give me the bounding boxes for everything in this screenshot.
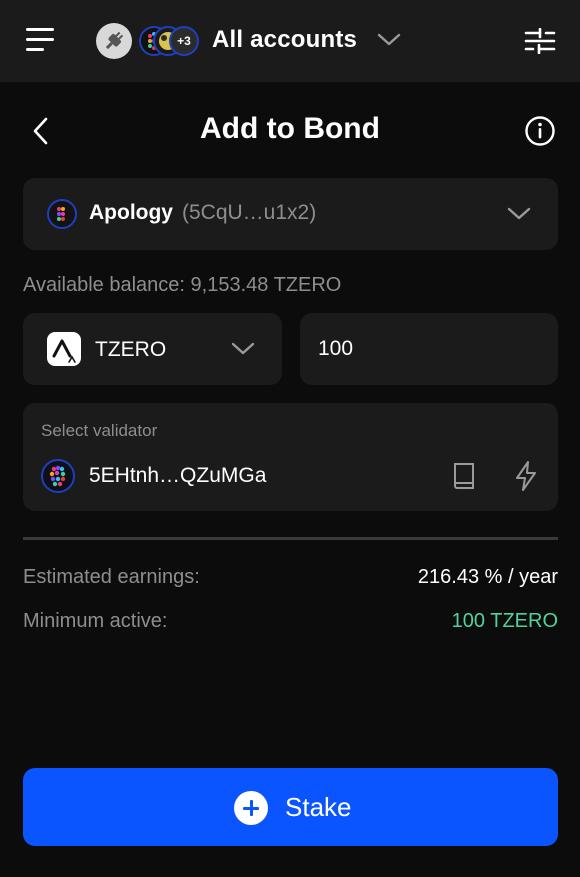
amount-input[interactable]	[318, 313, 538, 385]
account-avatars[interactable]: +3	[139, 26, 201, 56]
account-select[interactable]: Apology (5CqU…u1x2)	[23, 178, 558, 250]
account-avatar	[47, 199, 77, 229]
validator-label: Select validator	[41, 421, 158, 440]
plus-circle-icon	[234, 791, 268, 825]
token-select[interactable]: TZERO	[23, 313, 282, 385]
chevron-down-icon	[507, 204, 531, 229]
validator-select[interactable]: Select validator 5EHtnh…QZuMGa	[23, 403, 558, 511]
sliders-icon[interactable]	[524, 27, 556, 55]
stake-label: Stake	[285, 792, 352, 822]
chevron-down-icon	[231, 339, 255, 364]
menu-icon[interactable]	[26, 28, 56, 54]
book-icon[interactable]	[451, 460, 477, 492]
validator-avatar	[41, 459, 75, 493]
lightning-icon[interactable]	[513, 460, 539, 492]
page-title: Add to Bond	[200, 112, 380, 145]
stake-button[interactable]: Stake	[23, 768, 558, 846]
chevron-down-icon[interactable]	[377, 30, 401, 55]
minimum-active-value: 100 TZERO	[451, 610, 558, 632]
account-selector-title[interactable]: All accounts	[212, 26, 357, 54]
plug-icon[interactable]	[96, 23, 132, 59]
info-icon[interactable]	[524, 115, 556, 147]
token-symbol: TZERO	[95, 338, 167, 361]
account-name: Apology	[89, 201, 173, 224]
token-logo-icon	[47, 332, 81, 366]
account-address: (5CqU…u1x2)	[182, 201, 317, 224]
more-accounts-badge: +3	[169, 26, 199, 56]
estimated-earnings-value: 216.43 % / year	[417, 566, 558, 588]
top-bar: +3 All accounts	[0, 0, 580, 82]
minimum-active-label: Minimum active:	[23, 610, 168, 632]
estimated-earnings-label: Estimated earnings:	[23, 566, 200, 588]
available-balance: Available balance: 9,153.48 TZERO	[23, 274, 342, 296]
validator-address: 5EHtnh…QZuMGa	[89, 464, 267, 487]
divider	[23, 537, 558, 540]
amount-field[interactable]	[300, 313, 558, 385]
